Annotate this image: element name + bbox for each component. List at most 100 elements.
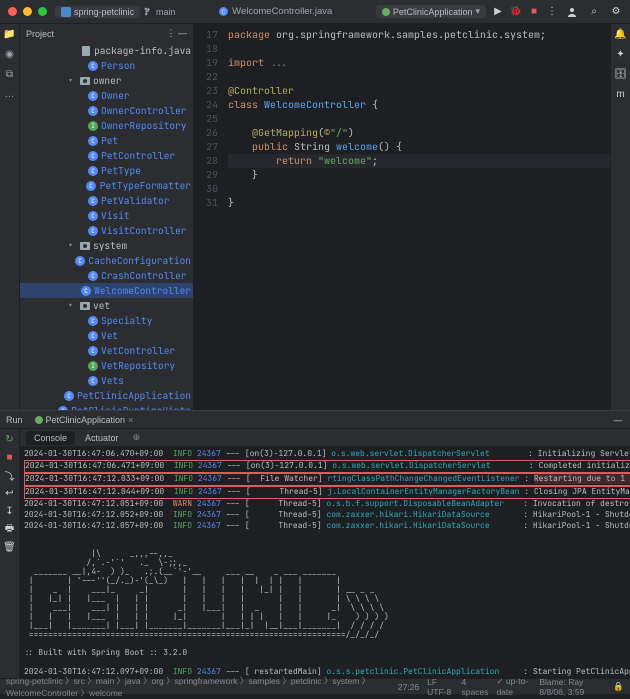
close-tab-icon[interactable]: × [128,415,133,425]
tree-item-vetrepository[interactable]: IVetRepository [20,358,193,373]
svg-text:C: C [91,107,95,115]
console-output[interactable]: 2024-01-30T16:47:06.470+09:00 INFO 24367… [20,447,630,678]
svg-text:C: C [91,377,95,385]
right-tool-strip: 🔔 ✦ 🗄 m [610,24,630,410]
svg-text:C: C [91,212,95,220]
close-window-icon[interactable] [8,7,17,16]
code-area[interactable]: package org.springframework.samples.petc… [224,28,610,410]
project-tree[interactable]: package-info.javaCPerson▾ownerCOwnerCOwn… [20,43,193,410]
panel-opts-icon[interactable]: ⋮ — [166,28,187,39]
minimize-window-icon[interactable] [23,7,32,16]
tree-item-visit[interactable]: CVisit [20,208,193,223]
svg-text:C: C [61,407,65,411]
tree-item-vets[interactable]: CVets [20,373,193,388]
run-icon[interactable]: ▶ [492,6,504,18]
soft-wrap-icon[interactable]: ↩ [4,487,16,499]
project-chip[interactable]: spring-petclinic [55,6,140,18]
lock-icon[interactable]: 🔒 [613,681,624,693]
tree-item-crashcontroller[interactable]: CCrashController [20,268,193,283]
run-config-select[interactable]: PetClinicApplication ▾ [376,5,486,18]
svg-text:C: C [222,9,226,15]
exit-icon[interactable]: ⤵ [4,469,16,481]
tree-item-petclinicruntimehints[interactable]: CPetClinicRuntimeHints [20,403,193,410]
svg-text:C: C [91,137,95,145]
console-tab[interactable]: Console [26,431,75,445]
notifications-icon[interactable]: 🔔 [615,28,627,40]
code-with-me-icon[interactable] [566,6,578,18]
svg-text:C: C [91,167,95,175]
panel-title: Project [26,29,54,39]
scroll-end-icon[interactable]: ↧ [4,505,16,517]
svg-text:C: C [91,227,95,235]
tree-item-pet[interactable]: CPet [20,133,193,148]
svg-text:C: C [91,347,95,355]
rerun-icon[interactable]: ↻ [4,433,16,445]
settings-icon[interactable]: ⚙ [610,6,622,18]
actuator-tab[interactable]: Actuator [77,431,127,445]
project-name: spring-petclinic [74,7,134,17]
tree-item-package-info.java[interactable]: package-info.java [20,43,193,58]
project-toolwindow-icon[interactable]: 📁 [4,28,16,40]
editor[interactable]: 17181922232425262728293031 package org.s… [194,24,610,410]
caret-pos[interactable]: 27:26 [398,682,419,692]
svg-text:C: C [91,197,95,205]
svg-text:I: I [91,122,95,130]
endpoints-icon[interactable]: ⊕ [133,432,141,443]
clear-icon[interactable]: 🗑 [4,541,16,553]
svg-text:C: C [79,257,83,265]
tree-item-welcomecontroller[interactable]: CWelcomeController [20,283,193,298]
more-icon[interactable]: ⋮ [546,6,558,18]
svg-text:C: C [91,92,95,100]
svg-text:C: C [90,182,94,190]
tree-item-petvalidator[interactable]: CPetValidator [20,193,193,208]
tree-item-cacheconfiguration[interactable]: CCacheConfiguration [20,253,193,268]
maximize-window-icon[interactable] [38,7,47,16]
tree-item-petcontroller[interactable]: CPetController [20,148,193,163]
tree-item-owner[interactable]: ▾owner [20,73,193,88]
branch-name: main [156,7,176,17]
tree-item-pettype[interactable]: CPetType [20,163,193,178]
svg-text:C: C [67,392,71,400]
current-file[interactable]: C WelcomeController.java [219,6,332,17]
svg-text:C: C [91,62,95,70]
svg-text:C: C [91,272,95,280]
tree-item-specialty[interactable]: CSpecialty [20,313,193,328]
tree-item-vet[interactable]: ▾vet [20,298,193,313]
database-icon[interactable]: 🗄 [615,68,627,80]
svg-text:I: I [91,362,95,370]
debug-icon[interactable]: 🐞 [510,6,522,18]
svg-text:C: C [84,287,88,295]
tree-item-vet[interactable]: CVet [20,328,193,343]
tree-item-pettypeformatter[interactable]: CPetTypeFormatter [20,178,193,193]
commit-toolwindow-icon[interactable]: ◉ [4,48,16,60]
tree-item-vetcontroller[interactable]: CVetController [20,343,193,358]
left-tool-strip: 📁 ◉ ⧉ … [0,24,20,410]
console-toolbar: ↻ ■ ⤵ ↩ ↧ 🖶 🗑 [0,429,20,678]
tree-item-ownercontroller[interactable]: COwnerController [20,103,193,118]
svg-text:C: C [91,317,95,325]
run-config-tab[interactable]: PetClinicApplication × [29,414,140,426]
titlebar: spring-petclinic main C WelcomeControlle… [0,0,630,24]
search-icon[interactable]: ⌕ [588,6,600,18]
stop-icon[interactable]: ■ [528,6,540,18]
svg-text:C: C [91,332,95,340]
vcs-branch[interactable]: main [144,7,176,17]
run-toolwindow: Run PetClinicApplication × — ↻ ■ ⤵ ↩ ↧ 🖶… [0,410,630,678]
status-bar: spring-petclinic 〉src 〉main 〉java 〉org 〉… [0,678,630,694]
tree-item-person[interactable]: CPerson [20,58,193,73]
print-icon[interactable]: 🖶 [4,523,16,535]
svg-text:C: C [91,152,95,160]
minimize-toolwindow-icon[interactable]: — [612,414,624,426]
tree-item-owner[interactable]: COwner [20,88,193,103]
tree-item-system[interactable]: ▾system [20,238,193,253]
gutter: 17181922232425262728293031 [194,28,224,410]
more-toolwindow-icon[interactable]: … [4,88,16,100]
tree-item-visitcontroller[interactable]: CVisitController [20,223,193,238]
structure-toolwindow-icon[interactable]: ⧉ [4,68,16,80]
stop-console-icon[interactable]: ■ [4,451,16,463]
maven-icon[interactable]: m [615,88,627,100]
tree-item-petclinicapplication[interactable]: CPetClinicApplication [20,388,193,403]
tree-item-ownerrepository[interactable]: IOwnerRepository [20,118,193,133]
ai-icon[interactable]: ✦ [615,48,627,60]
breadcrumb[interactable]: spring-petclinic 〉src 〉main 〉java 〉org 〉… [6,675,390,699]
